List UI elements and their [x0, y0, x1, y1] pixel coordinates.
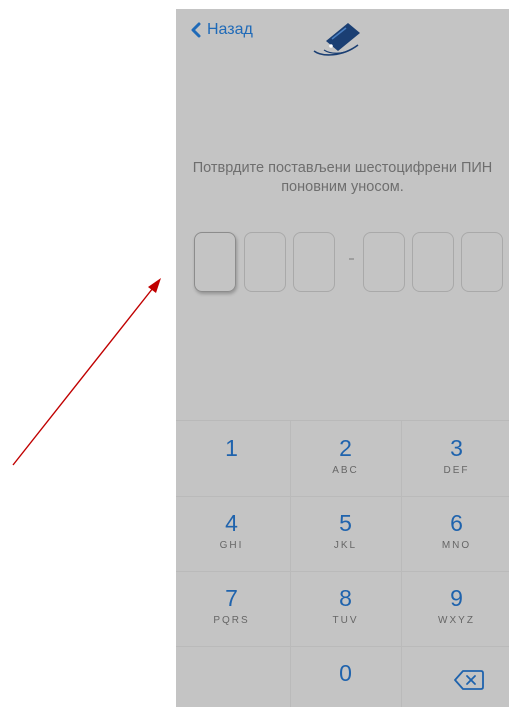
key-digit: 4: [225, 510, 238, 536]
back-button-label: Назад: [207, 21, 253, 38]
key-8[interactable]: 8 TUV: [290, 571, 401, 646]
key-3[interactable]: 3 DEF: [401, 421, 509, 496]
key-letters: TUV: [332, 615, 359, 626]
key-digit: 7: [225, 585, 238, 611]
key-1[interactable]: 1: [176, 421, 287, 496]
numeric-keypad: 1 2 ABC 3 DEF 4 GHI 5 JKL 6 MNO 7 PQRS 8…: [176, 420, 509, 707]
key-2[interactable]: 2 ABC: [290, 421, 401, 496]
key-digit: 8: [339, 585, 352, 611]
key-letters: PQRS: [213, 615, 250, 626]
key-digit: 2: [339, 435, 352, 461]
key-5[interactable]: 5 JKL: [290, 496, 401, 571]
key-letters: ABC: [332, 465, 359, 476]
key-letters: GHI: [219, 540, 244, 551]
key-letters: JKL: [333, 540, 358, 551]
key-digit: 1: [225, 435, 238, 461]
top-bar: Назад: [176, 9, 509, 59]
key-digit: 5: [339, 510, 352, 536]
pin-digit-box-5[interactable]: [412, 232, 454, 292]
key-letters: WXYZ: [438, 615, 475, 626]
chevron-left-icon: [191, 22, 201, 38]
key-digit: 0: [339, 660, 352, 686]
phone-screen: Назад Потврдите постављени шестоцифрени …: [176, 9, 509, 707]
key-letters: DEF: [443, 465, 470, 476]
key-4[interactable]: 4 GHI: [176, 496, 287, 571]
back-button[interactable]: Назад: [190, 21, 253, 39]
pin-instruction-line-2: поновним уносом.: [281, 179, 404, 195]
pin-separator: [349, 258, 354, 260]
pin-instruction-line-1: Потврдите постављени шестоцифрени ПИН: [192, 160, 493, 176]
key-letters: MNO: [441, 540, 472, 551]
key-digit: 9: [450, 585, 463, 611]
key-digit: 6: [450, 510, 463, 536]
pin-digit-box-1[interactable]: [194, 232, 236, 292]
pin-digit-box-3[interactable]: [293, 232, 335, 292]
key-7[interactable]: 7 PQRS: [176, 571, 287, 646]
key-digit: 3: [450, 435, 463, 461]
key-6[interactable]: 6 MNO: [401, 496, 509, 571]
key-0[interactable]: 0: [290, 646, 401, 707]
pin-digit-box-4[interactable]: [363, 232, 405, 292]
pin-input-row: [193, 230, 509, 294]
backspace-icon[interactable]: [454, 669, 484, 691]
pin-digit-box-6[interactable]: [461, 232, 503, 292]
card-logo-icon: [313, 23, 360, 56]
pin-instruction: Потврдите постављени шестоцифрени ПИН по…: [176, 159, 509, 197]
key-9[interactable]: 9 WXYZ: [401, 571, 509, 646]
screenshot-canvas: Назад Потврдите постављени шестоцифрени …: [0, 0, 511, 707]
pin-digit-box-2[interactable]: [244, 232, 286, 292]
